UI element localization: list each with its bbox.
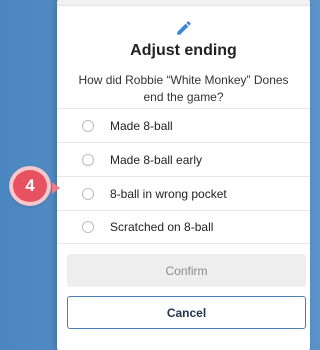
option-8-ball-wrong-pocket[interactable]: 8-ball in wrong pocket [57, 176, 310, 210]
dialog-question: How did Robbie “White Monkey” Dones end … [78, 73, 289, 104]
ending-options-list: Made 8-ball Made 8-ball early 8-ball in … [57, 108, 310, 244]
adjust-ending-dialog: Adjust ending How did Robbie “White Monk… [57, 0, 310, 350]
option-made-8-ball-early[interactable]: Made 8-ball early [57, 142, 310, 176]
pencil-icon [177, 21, 191, 35]
dialog-top-strip [57, 0, 310, 6]
option-label: Made 8-ball early [110, 152, 203, 167]
option-label: Made 8-ball [110, 118, 173, 133]
option-label: Scratched on 8-ball [110, 220, 214, 234]
option-made-8-ball[interactable]: Made 8-ball [57, 108, 310, 142]
radio-button[interactable] [82, 153, 94, 166]
option-scratched-on-8-ball[interactable]: Scratched on 8-ball [57, 210, 310, 244]
radio-button[interactable] [82, 119, 94, 132]
cancel-button[interactable]: Cancel [67, 296, 306, 329]
step-badge-pointer [52, 182, 60, 194]
confirm-button[interactable]: Confirm [67, 254, 306, 287]
dialog-title: Adjust ending [130, 42, 237, 59]
radio-button[interactable] [82, 187, 94, 200]
option-label: 8-ball in wrong pocket [110, 186, 227, 201]
step-number-badge: 4 [9, 166, 51, 206]
radio-button[interactable] [82, 221, 94, 233]
